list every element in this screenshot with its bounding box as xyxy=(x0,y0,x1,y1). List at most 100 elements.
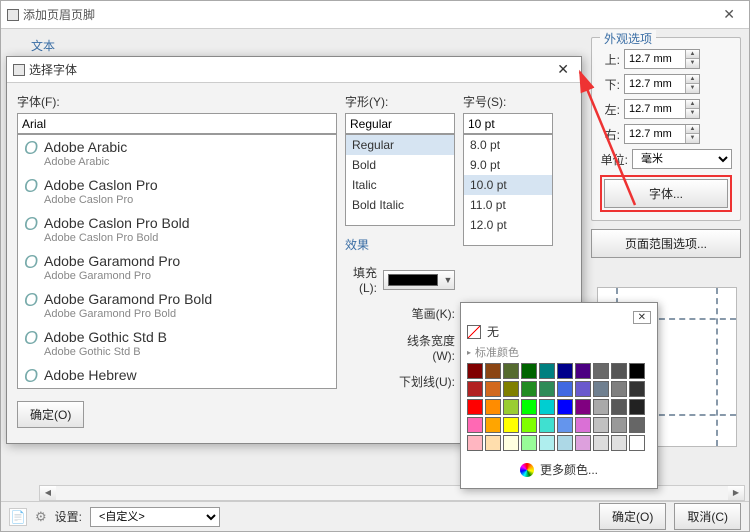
color-swatch[interactable] xyxy=(593,435,609,451)
color-swatch[interactable] xyxy=(629,435,645,451)
font-dialog-close-button[interactable]: ✕ xyxy=(551,61,575,78)
spin-down-icon[interactable]: ▼ xyxy=(686,109,699,118)
color-swatch[interactable] xyxy=(593,363,609,379)
font-list-item[interactable]: OAdobe Garamond ProAdobe Garamond Pro xyxy=(18,249,336,287)
color-swatch[interactable] xyxy=(521,381,537,397)
color-swatch[interactable] xyxy=(467,363,483,379)
scroll-right-icon[interactable]: ▶ xyxy=(728,486,744,500)
color-swatch[interactable] xyxy=(611,381,627,397)
color-swatch[interactable] xyxy=(539,435,555,451)
color-swatch[interactable] xyxy=(503,435,519,451)
style-list-item[interactable]: Bold xyxy=(346,155,454,175)
font-size-listbox[interactable]: 8.0 pt9.0 pt10.0 pt11.0 pt12.0 pt xyxy=(463,134,553,246)
color-swatch[interactable] xyxy=(521,363,537,379)
spin-down-icon[interactable]: ▼ xyxy=(686,134,699,143)
color-swatch[interactable] xyxy=(575,417,591,433)
page-icon[interactable]: 📄 xyxy=(9,508,27,526)
color-swatch[interactable] xyxy=(521,417,537,433)
margin-right-spinner[interactable]: ▲▼ xyxy=(624,124,700,144)
color-swatch[interactable] xyxy=(593,399,609,415)
color-swatch[interactable] xyxy=(611,417,627,433)
color-popup-close-button[interactable]: ✕ xyxy=(633,311,651,324)
font-list-item[interactable]: OAdobe ArabicAdobe Arabic xyxy=(18,135,336,173)
color-swatch[interactable] xyxy=(575,399,591,415)
font-name-input[interactable] xyxy=(17,113,337,134)
color-swatch[interactable] xyxy=(557,381,573,397)
scroll-left-icon[interactable]: ◀ xyxy=(40,486,56,500)
font-dialog-ok-button[interactable]: 确定(O) xyxy=(17,401,84,428)
color-swatch[interactable] xyxy=(485,363,501,379)
color-swatch[interactable] xyxy=(575,363,591,379)
font-list-item[interactable]: OAdobe Caslon Pro BoldAdobe Caslon Pro B… xyxy=(18,211,336,249)
page-range-button[interactable]: 页面范围选项... xyxy=(591,229,741,258)
main-titlebar[interactable]: 添加页眉页脚 ✕ xyxy=(1,1,749,29)
color-swatch[interactable] xyxy=(557,363,573,379)
color-swatch[interactable] xyxy=(539,417,555,433)
margin-bottom-input[interactable] xyxy=(625,75,685,93)
color-swatch[interactable] xyxy=(485,417,501,433)
spin-up-icon[interactable]: ▲ xyxy=(686,100,699,109)
style-list-item[interactable]: Bold Italic xyxy=(346,195,454,215)
color-swatch[interactable] xyxy=(611,435,627,451)
spin-down-icon[interactable]: ▼ xyxy=(686,59,699,68)
color-swatch[interactable] xyxy=(467,435,483,451)
footer-cancel-button[interactable]: 取消(C) xyxy=(674,503,741,530)
style-list-item[interactable]: Italic xyxy=(346,175,454,195)
settings-select[interactable]: <自定义> xyxy=(90,507,220,527)
font-style-input[interactable] xyxy=(345,113,455,134)
margin-left-spinner[interactable]: ▲▼ xyxy=(624,99,700,119)
font-style-listbox[interactable]: RegularBoldItalicBold Italic xyxy=(345,134,455,226)
font-list-item[interactable]: OAdobe Caslon ProAdobe Caslon Pro xyxy=(18,173,336,211)
color-swatch[interactable] xyxy=(503,417,519,433)
color-swatch[interactable] xyxy=(557,417,573,433)
color-swatch[interactable] xyxy=(467,381,483,397)
font-list-item[interactable]: OAdobe Hebrew xyxy=(18,363,336,389)
color-swatch[interactable] xyxy=(611,399,627,415)
color-swatch[interactable] xyxy=(629,363,645,379)
color-swatch[interactable] xyxy=(593,417,609,433)
color-swatch[interactable] xyxy=(611,363,627,379)
color-swatch[interactable] xyxy=(485,381,501,397)
color-swatch[interactable] xyxy=(539,363,555,379)
size-list-item[interactable]: 9.0 pt xyxy=(464,155,552,175)
color-swatch[interactable] xyxy=(575,381,591,397)
spin-up-icon[interactable]: ▲ xyxy=(686,50,699,59)
color-swatch[interactable] xyxy=(629,381,645,397)
color-swatch[interactable] xyxy=(593,381,609,397)
footer-ok-button[interactable]: 确定(O) xyxy=(599,503,666,530)
spin-up-icon[interactable]: ▲ xyxy=(686,75,699,84)
gear-icon[interactable]: ⚙ xyxy=(35,509,47,525)
color-swatch[interactable] xyxy=(521,399,537,415)
margin-top-input[interactable] xyxy=(625,50,685,68)
unit-select[interactable]: 毫米 xyxy=(632,149,732,169)
color-swatch[interactable] xyxy=(485,435,501,451)
size-list-item[interactable]: 8.0 pt xyxy=(464,135,552,155)
margin-top-spinner[interactable]: ▲▼ xyxy=(624,49,700,69)
font-size-input[interactable] xyxy=(463,113,553,134)
color-swatch[interactable] xyxy=(539,381,555,397)
more-colors-button[interactable]: 更多颜色... xyxy=(467,457,651,482)
font-list-item[interactable]: OAdobe Gothic Std BAdobe Gothic Std B xyxy=(18,325,336,363)
color-swatch[interactable] xyxy=(467,417,483,433)
color-swatch[interactable] xyxy=(503,363,519,379)
size-list-item[interactable]: 10.0 pt xyxy=(464,175,552,195)
color-swatch[interactable] xyxy=(629,399,645,415)
spin-down-icon[interactable]: ▼ xyxy=(686,84,699,93)
color-swatch[interactable] xyxy=(539,399,555,415)
color-swatch[interactable] xyxy=(503,381,519,397)
fill-color-button[interactable]: ▼ xyxy=(383,270,455,290)
color-swatch[interactable] xyxy=(575,435,591,451)
color-swatch[interactable] xyxy=(629,417,645,433)
spin-up-icon[interactable]: ▲ xyxy=(686,125,699,134)
font-list-item[interactable]: OAdobe Garamond Pro BoldAdobe Garamond P… xyxy=(18,287,336,325)
size-list-item[interactable]: 12.0 pt xyxy=(464,215,552,235)
color-swatch[interactable] xyxy=(521,435,537,451)
color-swatch[interactable] xyxy=(557,399,573,415)
main-close-button[interactable]: ✕ xyxy=(715,6,743,23)
color-swatch[interactable] xyxy=(485,399,501,415)
color-swatch[interactable] xyxy=(467,399,483,415)
size-list-item[interactable]: 11.0 pt xyxy=(464,195,552,215)
margin-left-input[interactable] xyxy=(625,100,685,118)
color-swatch[interactable] xyxy=(503,399,519,415)
color-swatch[interactable] xyxy=(557,435,573,451)
